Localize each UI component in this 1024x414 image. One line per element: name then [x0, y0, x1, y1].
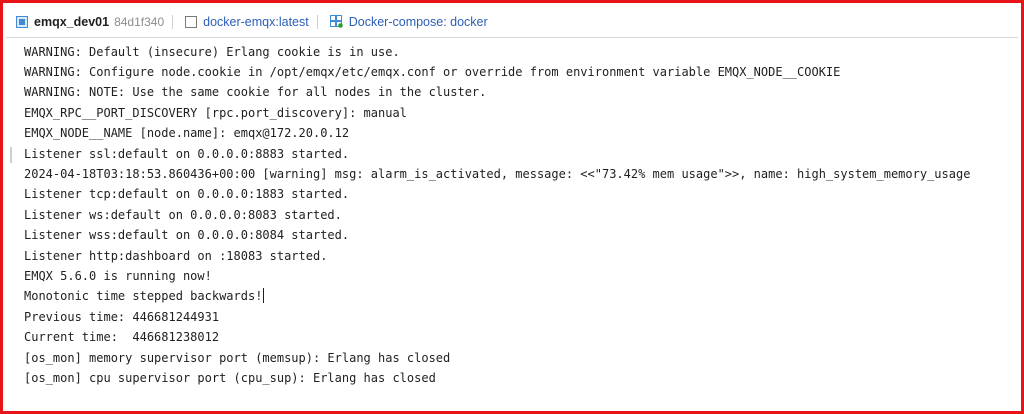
tab-title: docker-emqx:latest — [203, 14, 309, 29]
log-line: Listener tcp:default on 0.0.0.0:1883 sta… — [24, 187, 350, 201]
log-line: Current time: 446681238012 — [24, 330, 220, 344]
log-line: EMQX_NODE__NAME [node.name]: emqx@172.20… — [24, 126, 350, 140]
log-line: [os_mon] cpu supervisor port (cpu_sup): … — [24, 371, 436, 385]
tab-container-emqx-dev01[interactable]: emqx_dev01 84d1f340 — [6, 6, 170, 37]
tab-divider — [316, 14, 318, 29]
tab-docker-compose[interactable]: Docker-compose: docker — [320, 6, 494, 37]
log-line: WARNING: NOTE: Use the same cookie for a… — [24, 85, 487, 99]
log-line: Listener ssl:default on 0.0.0.0:8883 sta… — [24, 147, 350, 161]
tab-divider — [172, 14, 174, 29]
log-line: EMQX 5.6.0 is running now! — [24, 269, 212, 283]
gutter-marker — [10, 147, 12, 163]
container-id: 84d1f340 — [114, 14, 165, 29]
log-line: WARNING: Default (insecure) Erlang cooki… — [24, 45, 400, 59]
console-output[interactable]: WARNING: Default (insecure) Erlang cooki… — [6, 38, 1018, 408]
log-line: Listener ws:default on 0.0.0.0:8083 star… — [24, 208, 342, 222]
log-line-with-caret: Monotonic time stepped backwards! — [24, 286, 265, 306]
log-line: 2024-04-18T03:18:53.860436+00:00 [warnin… — [24, 167, 971, 181]
log-line: WARNING: Configure node.cookie in /opt/e… — [24, 65, 841, 79]
log-line: Previous time: 446681244931 — [24, 310, 220, 324]
log-line: Listener wss:default on 0.0.0.0:8084 sta… — [24, 228, 350, 242]
tab-image-docker-emqx[interactable]: docker-emqx:latest — [175, 6, 315, 37]
image-icon — [185, 15, 198, 28]
log-line: Listener http:dashboard on :18083 starte… — [24, 249, 328, 263]
log-line: [os_mon] memory supervisor port (memsup)… — [24, 351, 451, 365]
compose-icon — [329, 15, 343, 28]
text-caret — [263, 288, 265, 303]
tab-bar: emqx_dev01 84d1f340 docker-emqx:latest D… — [6, 6, 1018, 38]
log-line: Monotonic time stepped backwards! — [24, 289, 263, 303]
window-frame: emqx_dev01 84d1f340 docker-emqx:latest D… — [0, 0, 1024, 414]
tab-title: emqx_dev01 — [34, 14, 110, 29]
log-line: EMQX_RPC__PORT_DISCOVERY [rpc.port_disco… — [24, 106, 407, 120]
tab-title: Docker-compose: docker — [348, 14, 488, 29]
container-icon — [16, 15, 28, 28]
